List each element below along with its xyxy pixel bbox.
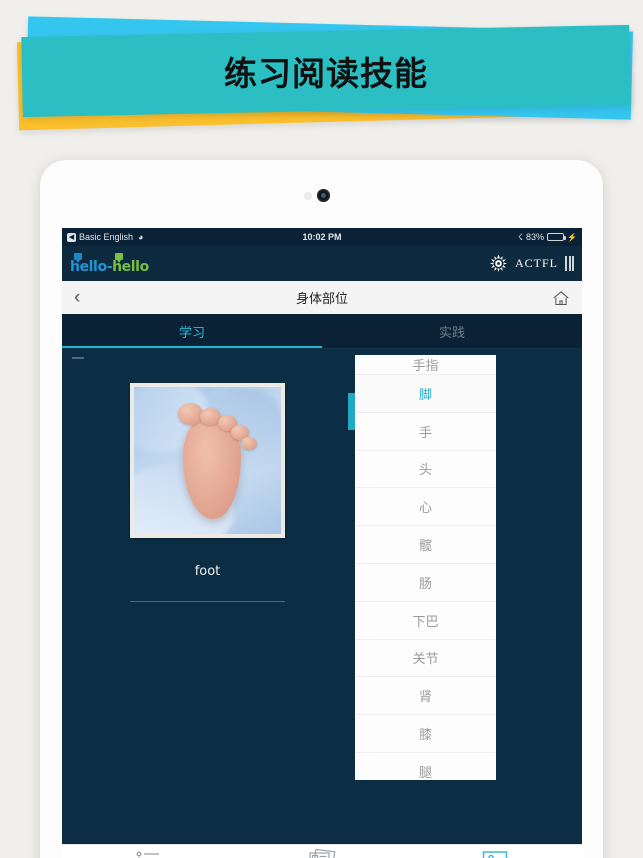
list-item-label: 腿 bbox=[418, 765, 432, 780]
page-banner: 练习阅读技能 bbox=[0, 0, 643, 152]
device-screen: ◀ Basic English ◕ 10:02 PM ☇ 83% ⚡ hello… bbox=[62, 228, 582, 858]
list-item[interactable]: 头 bbox=[355, 450, 496, 489]
list-item-label: 脚 bbox=[418, 387, 432, 403]
list-item[interactable]: 髋 bbox=[355, 526, 496, 564]
list-item[interactable]: 腿 bbox=[355, 752, 496, 780]
list-icon bbox=[136, 850, 162, 858]
list-item-label: 膝 bbox=[418, 728, 432, 744]
tab-practice-label: 实践 bbox=[438, 325, 465, 341]
list-item-label: 髋 bbox=[418, 539, 432, 555]
bluetooth-icon: ☇ bbox=[517, 231, 524, 242]
banner-title: 练习阅读技能 bbox=[224, 54, 428, 93]
flashcard[interactable]: foot bbox=[120, 383, 295, 602]
bottom-toolbar bbox=[62, 844, 582, 858]
list-item-label: 肾 bbox=[418, 690, 432, 706]
picture-icon bbox=[482, 850, 508, 858]
ambient-sensor-icon bbox=[304, 192, 312, 200]
list-item[interactable]: 心 bbox=[355, 488, 496, 527]
toolbar-flashcards-tab[interactable] bbox=[235, 848, 408, 858]
battery-percent-label: 83% bbox=[526, 232, 545, 242]
list-item[interactable]: 关节 bbox=[355, 639, 496, 678]
list-item[interactable]: 膝 bbox=[355, 715, 496, 753]
list-item-label: 下巴 bbox=[412, 614, 439, 630]
lightning-bolt-icon: ⚡ bbox=[567, 232, 577, 242]
page-title: 身体部位 bbox=[295, 292, 348, 307]
front-camera-icon bbox=[317, 189, 330, 202]
app-header-right: ACTFL bbox=[489, 254, 574, 273]
list-item-label: 头 bbox=[418, 463, 432, 479]
list-item[interactable]: 手指 bbox=[355, 355, 496, 375]
baby-foot-photo bbox=[134, 387, 281, 534]
flashcards-icon bbox=[308, 848, 336, 858]
toolbar-picture-tab[interactable] bbox=[409, 850, 582, 858]
toolbar-list-tab[interactable] bbox=[62, 850, 235, 858]
hamburger-icon[interactable] bbox=[565, 256, 574, 271]
hello-hello-logo[interactable]: hello-hello bbox=[70, 252, 149, 274]
flashcard-photo-frame bbox=[130, 383, 285, 538]
speech-bubble-green-icon bbox=[115, 252, 123, 263]
flashcard-divider bbox=[130, 601, 285, 602]
vocabulary-list[interactable]: 手指 脚 手 头 心 髋 肠 下巴 关节 肾 膝 腿 bbox=[355, 355, 496, 780]
list-item[interactable]: 脚 bbox=[355, 375, 496, 413]
home-button[interactable] bbox=[552, 290, 570, 306]
ios-status-bar: ◀ Basic English ◕ 10:02 PM ☇ 83% ⚡ bbox=[62, 228, 582, 246]
speech-bubble-blue-icon bbox=[74, 252, 82, 263]
actfl-starburst-icon bbox=[489, 254, 508, 273]
lesson-content: foot 手指 脚 手 头 心 髋 肠 下巴 关节 肾 膝 腿 bbox=[62, 349, 582, 804]
status-time: 10:02 PM bbox=[302, 232, 342, 242]
navigation-bar: ‹ 身体部位 bbox=[62, 281, 582, 314]
list-item-label: 关节 bbox=[412, 652, 439, 668]
tab-study[interactable]: 学习 bbox=[62, 314, 322, 348]
tablet-device-frame: ◀ Basic English ◕ 10:02 PM ☇ 83% ⚡ hello… bbox=[40, 160, 603, 858]
device-camera-row bbox=[40, 188, 603, 204]
list-item-label: 手指 bbox=[412, 359, 439, 374]
list-item-label: 肠 bbox=[418, 576, 432, 592]
section-tabs: 学习 实践 bbox=[62, 314, 582, 349]
flashcard-word: foot bbox=[194, 564, 221, 579]
list-item[interactable]: 手 bbox=[355, 412, 496, 451]
status-bar-right: ☇ 83% ⚡ bbox=[518, 232, 577, 243]
list-item[interactable]: 下巴 bbox=[355, 601, 496, 640]
app-header: hello-hello ACTFL bbox=[62, 246, 582, 281]
banner-layer-teal: 练习阅读技能 bbox=[21, 24, 631, 118]
list-item-label: 手 bbox=[418, 425, 432, 441]
list-item-label: 心 bbox=[418, 501, 432, 517]
actfl-label: ACTFL bbox=[514, 256, 558, 270]
tab-practice[interactable]: 实践 bbox=[322, 314, 582, 348]
list-item[interactable]: 肠 bbox=[355, 563, 496, 602]
list-item[interactable]: 肾 bbox=[355, 677, 496, 716]
content-marker-dash bbox=[72, 357, 84, 359]
tab-study-label: 学习 bbox=[178, 325, 205, 341]
battery-icon bbox=[547, 233, 567, 241]
